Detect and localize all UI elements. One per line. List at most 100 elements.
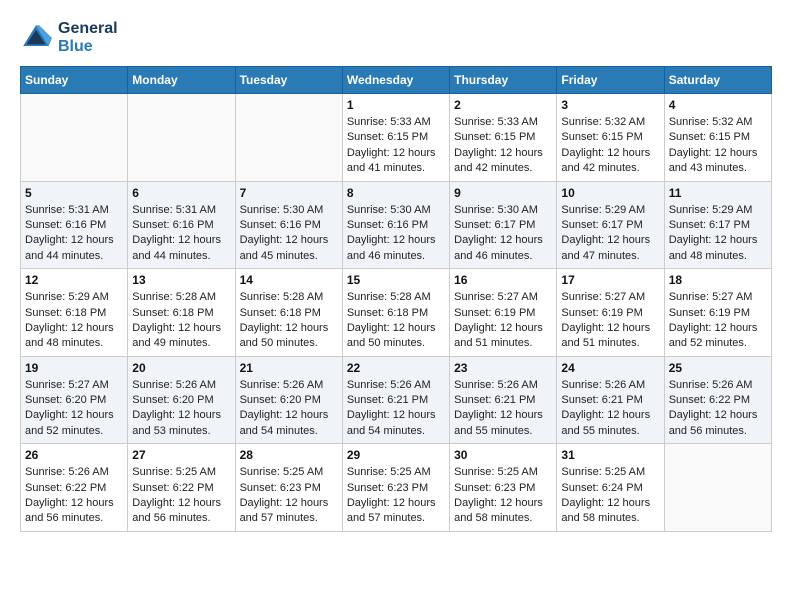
day-info: Sunrise: 5:28 AMSunset: 6:18 PMDaylight:… — [240, 290, 338, 352]
calendar-cell: 27 Sunrise: 5:25 AMSunset: 6:22 PMDayligh… — [128, 444, 235, 532]
day-number: 24 — [561, 361, 659, 375]
day-number: 13 — [132, 273, 230, 287]
day-number: 15 — [347, 273, 445, 287]
day-number: 4 — [669, 98, 767, 112]
day-info: Sunrise: 5:33 AMSunset: 6:15 PMDaylight:… — [347, 115, 445, 177]
calendar-cell — [128, 94, 235, 182]
calendar-cell: 11 Sunrise: 5:29 AMSunset: 6:17 PMDayligh… — [664, 181, 771, 269]
day-number: 29 — [347, 448, 445, 462]
weekday-header-row: SundayMondayTuesdayWednesdayThursdayFrid… — [21, 67, 772, 94]
day-info: Sunrise: 5:29 AMSunset: 6:17 PMDaylight:… — [561, 203, 659, 265]
calendar-cell: 5Sunrise: 5:31 AMSunset: 6:16 PMDaylight… — [21, 181, 128, 269]
day-info: Sunrise: 5:29 AMSunset: 6:17 PMDaylight:… — [669, 203, 767, 265]
day-number: 23 — [454, 361, 552, 375]
day-info: Sunrise: 5:27 AMSunset: 6:19 PMDaylight:… — [454, 290, 552, 352]
day-number: 21 — [240, 361, 338, 375]
calendar-week-2: 5Sunrise: 5:31 AMSunset: 6:16 PMDaylight… — [21, 181, 772, 269]
day-number: 3 — [561, 98, 659, 112]
day-info: Sunrise: 5:25 AMSunset: 6:24 PMDaylight:… — [561, 465, 659, 527]
day-info: Sunrise: 5:25 AMSunset: 6:23 PMDaylight:… — [240, 465, 338, 527]
calendar-cell: 1 Sunrise: 5:33 AMSunset: 6:15 PMDaylight… — [342, 94, 449, 182]
calendar-cell: 12Sunrise: 5:29 AMSunset: 6:18 PMDayligh… — [21, 269, 128, 357]
calendar-week-1: 1 Sunrise: 5:33 AMSunset: 6:15 PMDaylight… — [21, 94, 772, 182]
weekday-wednesday: Wednesday — [342, 67, 449, 94]
day-number: 11 — [669, 186, 767, 200]
day-info: Sunrise: 5:26 AMSunset: 6:22 PMDaylight:… — [669, 378, 767, 440]
day-info: Sunrise: 5:31 AMSunset: 6:16 PMDaylight:… — [25, 203, 123, 265]
day-info: Sunrise: 5:25 AMSunset: 6:23 PMDaylight:… — [454, 465, 552, 527]
calendar-cell: 24Sunrise: 5:26 AMSunset: 6:21 PMDayligh… — [557, 356, 664, 444]
calendar-cell — [664, 444, 771, 532]
day-info: Sunrise: 5:26 AMSunset: 6:21 PMDaylight:… — [454, 378, 552, 440]
logo-icon — [20, 22, 52, 54]
day-info: Sunrise: 5:25 AMSunset: 6:22 PMDaylight:… — [132, 465, 230, 527]
day-info: Sunrise: 5:25 AMSunset: 6:23 PMDaylight:… — [347, 465, 445, 527]
calendar-body: 1 Sunrise: 5:33 AMSunset: 6:15 PMDaylight… — [21, 94, 772, 532]
day-info: Sunrise: 5:27 AMSunset: 6:19 PMDaylight:… — [561, 290, 659, 352]
weekday-monday: Monday — [128, 67, 235, 94]
calendar-cell: 14 Sunrise: 5:28 AMSunset: 6:18 PMDayligh… — [235, 269, 342, 357]
page-header: General Blue — [20, 20, 772, 56]
day-info: Sunrise: 5:28 AMSunset: 6:18 PMDaylight:… — [347, 290, 445, 352]
day-number: 28 — [240, 448, 338, 462]
weekday-friday: Friday — [557, 67, 664, 94]
day-info: Sunrise: 5:26 AMSunset: 6:20 PMDaylight:… — [132, 378, 230, 440]
calendar-cell: 30 Sunrise: 5:25 AMSunset: 6:23 PMDayligh… — [450, 444, 557, 532]
calendar-week-3: 12Sunrise: 5:29 AMSunset: 6:18 PMDayligh… — [21, 269, 772, 357]
calendar-cell: 13 Sunrise: 5:28 AMSunset: 6:18 PMDayligh… — [128, 269, 235, 357]
calendar-cell: 7Sunrise: 5:30 AMSunset: 6:16 PMDaylight… — [235, 181, 342, 269]
day-number: 22 — [347, 361, 445, 375]
calendar-cell — [235, 94, 342, 182]
day-number: 1 — [347, 98, 445, 112]
calendar-cell: 20 Sunrise: 5:26 AMSunset: 6:20 PMDayligh… — [128, 356, 235, 444]
calendar-cell: 29 Sunrise: 5:25 AMSunset: 6:23 PMDayligh… — [342, 444, 449, 532]
day-number: 10 — [561, 186, 659, 200]
calendar-cell: 22 Sunrise: 5:26 AMSunset: 6:21 PMDayligh… — [342, 356, 449, 444]
day-number: 26 — [25, 448, 123, 462]
day-info: Sunrise: 5:26 AMSunset: 6:20 PMDaylight:… — [240, 378, 338, 440]
day-number: 31 — [561, 448, 659, 462]
day-info: Sunrise: 5:30 AMSunset: 6:16 PMDaylight:… — [240, 203, 338, 265]
day-number: 18 — [669, 273, 767, 287]
calendar-cell: 26Sunrise: 5:26 AMSunset: 6:22 PMDayligh… — [21, 444, 128, 532]
calendar-cell: 21 Sunrise: 5:26 AMSunset: 6:20 PMDayligh… — [235, 356, 342, 444]
calendar-cell — [21, 94, 128, 182]
calendar-cell: 9Sunrise: 5:30 AMSunset: 6:17 PMDaylight… — [450, 181, 557, 269]
day-number: 17 — [561, 273, 659, 287]
day-info: Sunrise: 5:33 AMSunset: 6:15 PMDaylight:… — [454, 115, 552, 177]
calendar-table: SundayMondayTuesdayWednesdayThursdayFrid… — [20, 66, 772, 532]
calendar-cell: 4 Sunrise: 5:32 AMSunset: 6:15 PMDaylight… — [664, 94, 771, 182]
weekday-saturday: Saturday — [664, 67, 771, 94]
calendar-cell: 10 Sunrise: 5:29 AMSunset: 6:17 PMDayligh… — [557, 181, 664, 269]
calendar-cell: 18 Sunrise: 5:27 AMSunset: 6:19 PMDayligh… — [664, 269, 771, 357]
calendar-cell: 2 Sunrise: 5:33 AMSunset: 6:15 PMDaylight… — [450, 94, 557, 182]
weekday-tuesday: Tuesday — [235, 67, 342, 94]
day-number: 19 — [25, 361, 123, 375]
calendar-cell: 6 Sunrise: 5:31 AMSunset: 6:16 PMDaylight… — [128, 181, 235, 269]
day-number: 8 — [347, 186, 445, 200]
calendar-cell: 8Sunrise: 5:30 AMSunset: 6:16 PMDaylight… — [342, 181, 449, 269]
calendar-cell: 25Sunrise: 5:26 AMSunset: 6:22 PMDayligh… — [664, 356, 771, 444]
calendar-cell: 3 Sunrise: 5:32 AMSunset: 6:15 PMDaylight… — [557, 94, 664, 182]
calendar-cell: 15 Sunrise: 5:28 AMSunset: 6:18 PMDayligh… — [342, 269, 449, 357]
logo-text: General Blue — [58, 20, 118, 56]
day-number: 9 — [454, 186, 552, 200]
weekday-thursday: Thursday — [450, 67, 557, 94]
day-number: 12 — [25, 273, 123, 287]
calendar-cell: 19Sunrise: 5:27 AMSunset: 6:20 PMDayligh… — [21, 356, 128, 444]
calendar-week-5: 26Sunrise: 5:26 AMSunset: 6:22 PMDayligh… — [21, 444, 772, 532]
day-info: Sunrise: 5:31 AMSunset: 6:16 PMDaylight:… — [132, 203, 230, 265]
day-number: 16 — [454, 273, 552, 287]
day-number: 20 — [132, 361, 230, 375]
calendar-cell: 31 Sunrise: 5:25 AMSunset: 6:24 PMDayligh… — [557, 444, 664, 532]
day-info: Sunrise: 5:32 AMSunset: 6:15 PMDaylight:… — [561, 115, 659, 177]
day-number: 30 — [454, 448, 552, 462]
day-info: Sunrise: 5:32 AMSunset: 6:15 PMDaylight:… — [669, 115, 767, 177]
day-number: 14 — [240, 273, 338, 287]
day-info: Sunrise: 5:27 AMSunset: 6:19 PMDaylight:… — [669, 290, 767, 352]
day-number: 2 — [454, 98, 552, 112]
day-info: Sunrise: 5:26 AMSunset: 6:21 PMDaylight:… — [347, 378, 445, 440]
day-number: 27 — [132, 448, 230, 462]
day-info: Sunrise: 5:28 AMSunset: 6:18 PMDaylight:… — [132, 290, 230, 352]
day-number: 6 — [132, 186, 230, 200]
